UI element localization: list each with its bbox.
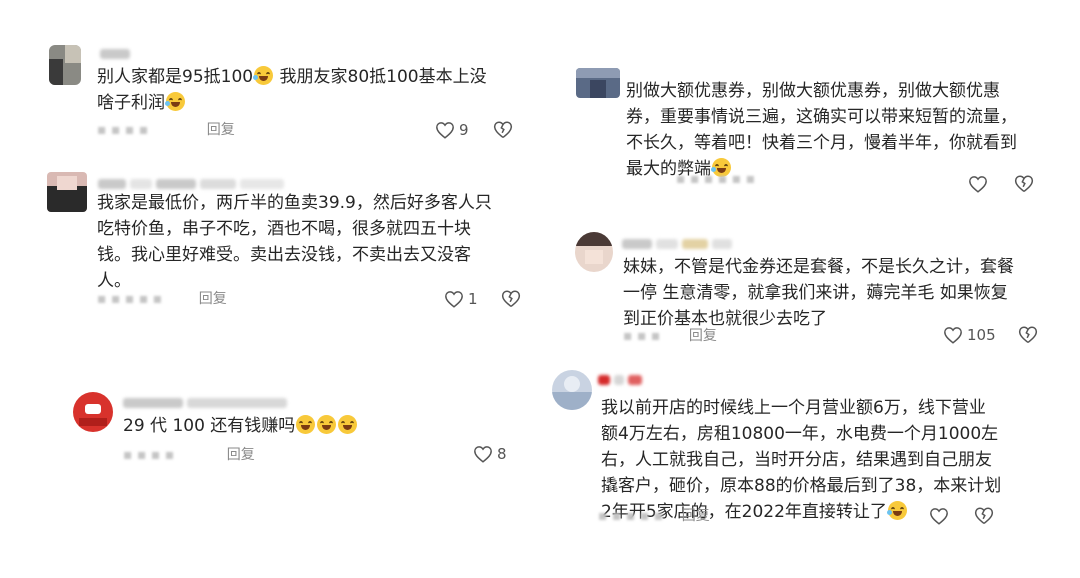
dislike-button[interactable] [493, 120, 513, 139]
heart-icon [445, 291, 463, 308]
like-button[interactable]: 1 [444, 288, 478, 310]
comment-meta: ▪ ▪ ▪ ▪ ▪ ▪ [676, 172, 769, 186]
heart-icon [436, 122, 454, 139]
like-button[interactable]: 8 [473, 443, 507, 465]
timestamp-blurred: ▪ ▪ ▪ ▪ [123, 447, 175, 463]
avatar[interactable] [47, 172, 87, 212]
reply-button[interactable]: 回复 [207, 122, 235, 138]
like-count: 8 [497, 445, 507, 463]
grinning-sweat-emoji-icon [317, 415, 337, 434]
comment-text-part: 29 代 100 还有钱赚吗 [123, 416, 296, 436]
laughing-tears-emoji-icon [253, 66, 274, 85]
laughing-tears-emoji-icon [886, 501, 907, 520]
dislike-button[interactable] [1018, 325, 1038, 344]
comment-text: 别人家都是95抵100 我朋友家80抵100基本上没 啥子利润 [97, 64, 517, 116]
like-button[interactable]: 9 [435, 119, 469, 141]
comment-text: 我家是最低价，两斤半的鱼卖39.9，然后好多客人只 吃特价鱼，串子不吃，酒也不喝… [97, 193, 492, 291]
avatar[interactable] [576, 68, 620, 98]
avatar[interactable] [575, 232, 613, 272]
avatar[interactable] [73, 392, 113, 432]
avatar[interactable] [552, 370, 592, 410]
dislike-button[interactable] [501, 289, 521, 308]
broken-heart-icon [501, 290, 521, 308]
grinning-sweat-emoji-icon [296, 415, 316, 434]
heart-icon [969, 176, 987, 193]
timestamp-blurred: ▪ ▪ ▪ ▪ ▪ [598, 508, 664, 524]
broken-heart-icon [493, 121, 513, 139]
reply-button[interactable]: 回复 [227, 447, 255, 463]
comment-text: 妹妹，不管是代金券还是套餐，不是长久之计，套餐 一停 生意清零，就拿我们来讲，薅… [623, 257, 1014, 329]
timestamp-blurred: ▪ ▪ ▪ ▪ ▪ ▪ [676, 171, 756, 187]
username-blurred[interactable] [100, 46, 134, 60]
timestamp-blurred: ▪ ▪ ▪ [623, 328, 661, 344]
username-blurred[interactable] [123, 395, 291, 409]
avatar[interactable] [49, 45, 81, 85]
comment-text-part: 别人家都是95抵100 [97, 67, 254, 87]
like-count: 1 [468, 290, 478, 308]
like-count: 105 [967, 326, 996, 344]
heart-icon [474, 446, 492, 463]
heart-icon [930, 508, 948, 525]
like-button[interactable] [929, 505, 953, 527]
like-count: 9 [459, 121, 469, 139]
comment-meta: ▪ ▪ ▪ ▪ ▪ 回复 [97, 289, 227, 309]
like-button[interactable]: 105 [943, 324, 996, 346]
comment-meta: ▪ ▪ ▪ 回复 [623, 326, 717, 346]
username-blurred[interactable] [622, 236, 736, 250]
comment-meta: ▪ ▪ ▪ ▪ ▪ 回复 [598, 506, 710, 526]
username-blurred[interactable] [598, 372, 646, 386]
comment-meta: ▪ ▪ ▪ ▪ 回复 [97, 120, 235, 140]
username-blurred[interactable] [98, 176, 288, 190]
laughing-tears-emoji-icon [165, 92, 185, 111]
comment-text: 29 代 100 还有钱赚吗 [123, 413, 443, 439]
dislike-button[interactable] [974, 506, 994, 525]
dislike-button[interactable] [1014, 174, 1034, 193]
broken-heart-icon [1014, 175, 1034, 193]
comment-text-part: 我以前开店的时候线上一个月营业额6万，线下营业 额4万左右，房租10800一年，… [601, 398, 1002, 522]
heart-icon [944, 327, 962, 344]
comment-text-part: 别做大额优惠券，别做大额优惠券，别做大额优惠 券，重要事情说三遍，这确实可以带来… [626, 81, 1017, 179]
like-button[interactable] [968, 173, 992, 195]
timestamp-blurred: ▪ ▪ ▪ ▪ [97, 122, 149, 138]
broken-heart-icon [974, 507, 994, 525]
grinning-sweat-emoji-icon [338, 415, 358, 434]
reply-button[interactable]: 回复 [689, 328, 717, 344]
timestamp-blurred: ▪ ▪ ▪ ▪ ▪ [97, 291, 163, 307]
reply-button[interactable]: 回复 [682, 508, 710, 524]
comment-text: 别做大额优惠券，别做大额优惠券，别做大额优惠 券，重要事情说三遍，这确实可以带来… [626, 78, 1056, 182]
broken-heart-icon [1018, 326, 1038, 344]
reply-button[interactable]: 回复 [199, 291, 227, 307]
comment-meta: ▪ ▪ ▪ ▪ 回复 [123, 445, 255, 465]
